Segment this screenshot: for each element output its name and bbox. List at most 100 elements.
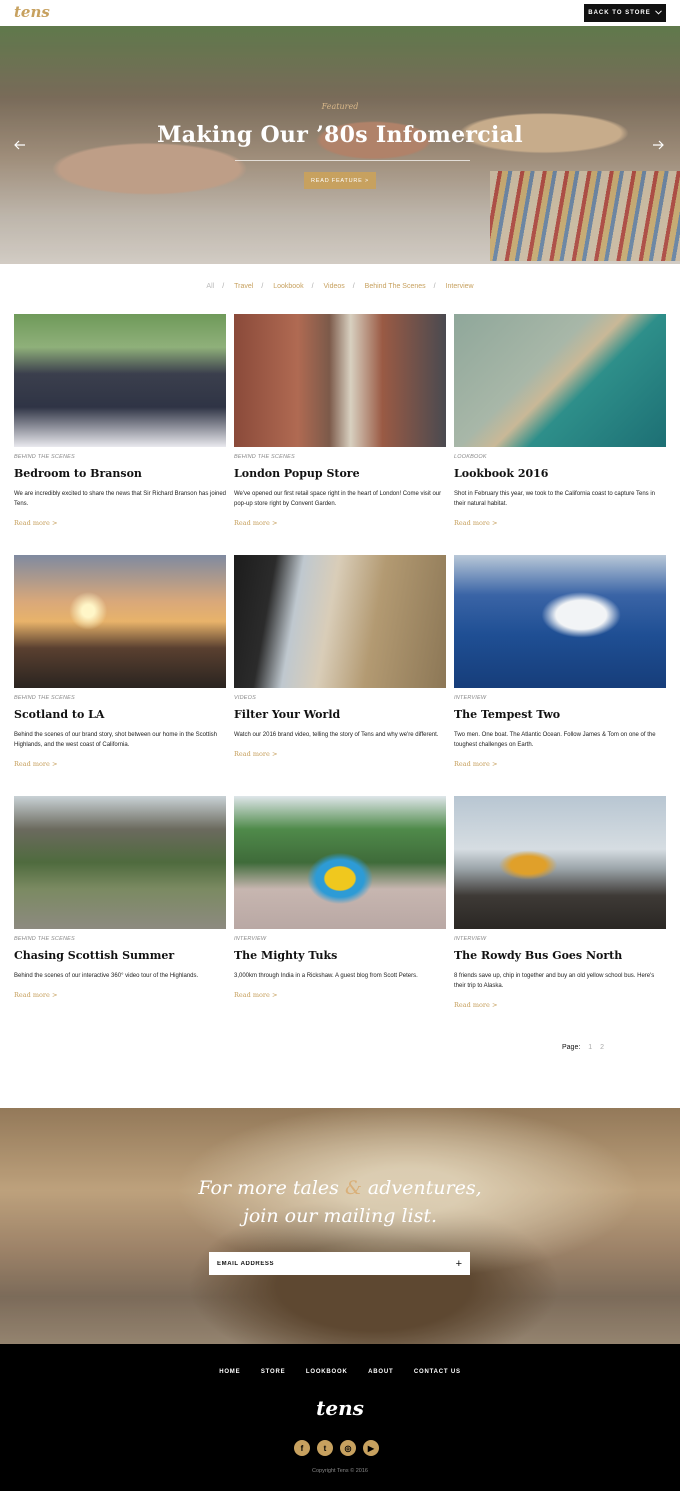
mailing-heading-line-2: join our mailing list. [242, 1205, 438, 1227]
article-category: LOOKBOOK [454, 454, 487, 460]
page-2-link[interactable]: 2 [600, 1044, 604, 1051]
article-image[interactable] [14, 796, 226, 929]
article-title[interactable]: Filter Your World [234, 708, 446, 721]
pagination: Page: 1 2 [562, 1044, 604, 1051]
mailing-list-section: For more tales & adventures, join our ma… [0, 1108, 680, 1344]
filter-separator: / [222, 283, 225, 290]
article-card[interactable]: VIDEOS Filter Your World Watch our 2016 … [234, 555, 446, 758]
article-title[interactable]: Chasing Scottish Summer [14, 949, 226, 962]
read-more-link[interactable]: Read more > [14, 991, 226, 999]
article-category: INTERVIEW [234, 936, 267, 942]
read-more-link[interactable]: Read more > [234, 991, 446, 999]
article-category: BEHIND THE SCENES [14, 695, 75, 701]
article-title[interactable]: The Mighty Tuks [234, 949, 446, 962]
filter-separator: / [311, 283, 314, 290]
facebook-icon[interactable]: f [294, 1440, 310, 1456]
article-category: BEHIND THE SCENES [234, 454, 295, 460]
article-image[interactable] [234, 555, 446, 688]
filter-separator: / [352, 283, 355, 290]
filter-travel[interactable]: Travel [234, 283, 253, 290]
read-more-link[interactable]: Read more > [234, 750, 446, 758]
mailing-heading: For more tales & adventures, join our ma… [0, 1174, 680, 1230]
back-to-store-button[interactable]: BACK TO STORE [584, 4, 666, 22]
article-title[interactable]: Scotland to LA [14, 708, 226, 721]
mailing-text-part: adventures, [361, 1177, 482, 1199]
mailing-text-part: For more tales [198, 1177, 345, 1199]
page-1-link[interactable]: 1 [588, 1044, 592, 1051]
read-more-link[interactable]: Read more > [454, 760, 666, 768]
article-description: Behind the scenes of our interactive 360… [14, 973, 199, 979]
arrow-left-icon[interactable] [14, 138, 26, 154]
filter-separator: / [261, 283, 264, 290]
hero-divider [235, 160, 470, 161]
mailing-ampersand: & [344, 1177, 362, 1199]
article-image[interactable] [234, 796, 446, 929]
article-image[interactable] [454, 314, 666, 447]
article-title[interactable]: Lookbook 2016 [454, 467, 666, 480]
read-more-link[interactable]: Read more > [454, 1001, 666, 1009]
youtube-icon[interactable]: ▶ [363, 1440, 379, 1456]
article-card[interactable]: INTERVIEW The Mighty Tuks 3,000km throug… [234, 796, 446, 999]
article-card[interactable]: INTERVIEW The Rowdy Bus Goes North 8 fri… [454, 796, 666, 1009]
read-more-link[interactable]: Read more > [454, 519, 666, 527]
filter-videos[interactable]: Videos [323, 283, 344, 290]
footer-link-about[interactable]: ABOUT [368, 1369, 393, 1375]
article-image[interactable] [454, 555, 666, 688]
article-image[interactable] [234, 314, 446, 447]
footer-link-store[interactable]: STORE [261, 1369, 286, 1375]
footer-link-home[interactable]: HOME [219, 1369, 240, 1375]
article-image[interactable] [454, 796, 666, 929]
article-card[interactable]: BEHIND THE SCENES Scotland to LA Behind … [14, 555, 226, 768]
article-card[interactable]: BEHIND THE SCENES Bedroom to Branson We … [14, 314, 226, 527]
article-description: Watch our 2016 brand video, telling the … [234, 732, 439, 738]
site-footer: HOME STORE LOOKBOOK ABOUT CONTACT US ten… [0, 1344, 680, 1491]
social-links: f t ◎ ▶ [294, 1440, 379, 1456]
filter-separator: / [433, 283, 436, 290]
back-to-store-label: BACK TO STORE [588, 10, 651, 16]
article-description: 8 friends save up, chip in together and … [454, 973, 655, 989]
article-category: INTERVIEW [454, 936, 487, 942]
article-card[interactable]: BEHIND THE SCENES London Popup Store We'… [234, 314, 446, 527]
article-description: 3,000km through India in a Rickshaw. A g… [234, 973, 418, 979]
article-card[interactable]: INTERVIEW The Tempest Two Two men. One b… [454, 555, 666, 768]
footer-link-contact[interactable]: CONTACT US [414, 1369, 461, 1375]
read-more-link[interactable]: Read more > [14, 760, 226, 768]
chevron-down-icon [654, 9, 662, 17]
mailing-heading-line-1: For more tales & adventures, [0, 1174, 680, 1202]
read-feature-button[interactable]: READ FEATURE > [304, 172, 376, 189]
article-title[interactable]: London Popup Store [234, 467, 446, 480]
pagination-label: Page: [562, 1044, 581, 1051]
article-title[interactable]: The Rowdy Bus Goes North [454, 949, 666, 962]
article-category: BEHIND THE SCENES [14, 454, 75, 460]
article-image[interactable] [14, 555, 226, 688]
article-category: VIDEOS [234, 695, 256, 701]
article-description: Behind the scenes of our brand story, sh… [14, 732, 218, 748]
arrow-right-icon[interactable] [652, 138, 664, 154]
filter-behind-the-scenes[interactable]: Behind The Scenes [365, 283, 426, 290]
instagram-icon[interactable]: ◎ [340, 1440, 356, 1456]
hero-kicker: Featured [321, 102, 359, 111]
article-card[interactable]: LOOKBOOK Lookbook 2016 Shot in February … [454, 314, 666, 527]
hero-banner: Featured Making Our ’80s Infomercial REA… [0, 26, 680, 264]
site-logo[interactable]: tens [14, 3, 50, 21]
read-more-link[interactable]: Read more > [14, 519, 226, 527]
article-image[interactable] [14, 314, 226, 447]
footer-logo[interactable]: tens [0, 1396, 680, 1420]
read-more-link[interactable]: Read more > [234, 519, 446, 527]
article-category: BEHIND THE SCENES [14, 936, 75, 942]
filter-lookbook[interactable]: Lookbook [273, 283, 303, 290]
site-header: tens BACK TO STORE [0, 0, 680, 26]
twitter-icon[interactable]: t [317, 1440, 333, 1456]
email-signup-form: + [209, 1252, 470, 1275]
article-title[interactable]: The Tempest Two [454, 708, 666, 721]
footer-nav: HOME STORE LOOKBOOK ABOUT CONTACT US [0, 1369, 680, 1375]
filter-all[interactable]: All [206, 283, 214, 290]
filter-interview[interactable]: Interview [446, 283, 474, 290]
email-field[interactable] [217, 1260, 417, 1267]
plus-icon[interactable]: + [456, 1258, 462, 1270]
article-category: INTERVIEW [454, 695, 487, 701]
footer-link-lookbook[interactable]: LOOKBOOK [306, 1369, 348, 1375]
category-filter: All / Travel / Lookbook / Videos / Behind Th… [0, 283, 680, 290]
article-card[interactable]: BEHIND THE SCENES Chasing Scottish Summe… [14, 796, 226, 999]
article-title[interactable]: Bedroom to Branson [14, 467, 226, 480]
